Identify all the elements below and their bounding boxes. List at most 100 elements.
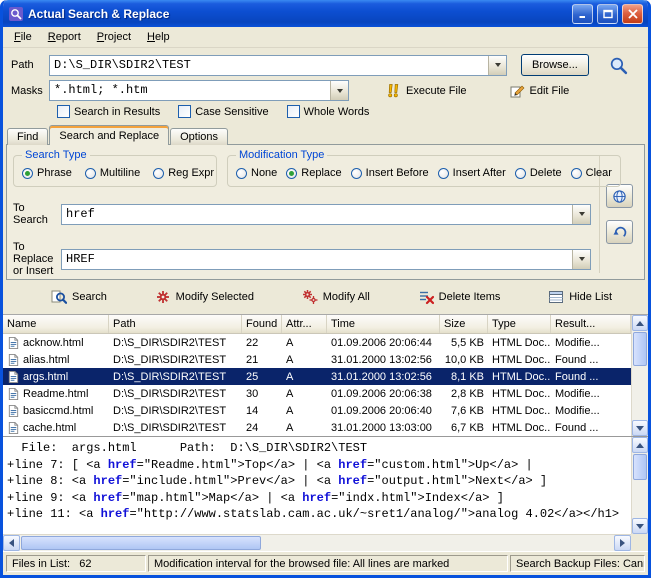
masks-combobox[interactable]: *.html; *.htm	[49, 80, 349, 101]
close-button[interactable]	[622, 4, 643, 24]
scroll-right-button[interactable]	[614, 535, 631, 551]
modify-all-icon	[302, 289, 318, 305]
charset-button[interactable]	[606, 184, 633, 208]
arrow-up-icon	[636, 321, 644, 326]
action-bar: Search Modify Selected Modify All Delete…	[3, 280, 648, 314]
column-header-name[interactable]: Name	[3, 315, 109, 333]
execute-file-button[interactable]: Execute File	[385, 83, 467, 99]
preview-pane: File: args.html Path: D:\S_DIR\SDIR2\TES…	[3, 436, 648, 551]
browse-button[interactable]: Browse...	[521, 54, 589, 76]
preview-lines: +line 7: [ <a href="Readme.html">Top</a>…	[7, 457, 627, 523]
checkbox-whole-words[interactable]: Whole Words	[287, 105, 370, 118]
column-header-path[interactable]: Path	[109, 315, 242, 333]
to-search-dropdown-button[interactable]	[572, 205, 590, 224]
tab-options[interactable]: Options	[170, 128, 228, 145]
to-replace-value: HREF	[62, 250, 572, 269]
scroll-up-button[interactable]	[632, 437, 648, 453]
search-icon	[51, 289, 67, 305]
file-list-header: Name Path Found Attr... Time Size Type R…	[3, 315, 631, 334]
edit-file-button[interactable]: Edit File	[509, 83, 570, 99]
modify-all-button[interactable]: Modify All	[302, 289, 370, 305]
radio-multiline[interactable]: Multiline	[85, 167, 140, 179]
hide-list-button[interactable]: Hide List	[548, 289, 612, 305]
file-row[interactable]: args.htmlD:\S_DIR\SDIR2\TEST25A31.01.200…	[3, 368, 631, 385]
menu-help[interactable]: Help	[139, 28, 178, 46]
column-header-attr[interactable]: Attr...	[282, 315, 327, 333]
delete-items-button[interactable]: Delete Items	[418, 289, 501, 305]
path-combobox[interactable]: D:\S_DIR\SDIR2\TEST	[49, 55, 507, 76]
to-replace-combobox[interactable]: HREF	[61, 249, 591, 270]
file-row[interactable]: acknow.htmlD:\S_DIR\SDIR2\TEST22A01.09.2…	[3, 334, 631, 351]
column-header-time[interactable]: Time	[327, 315, 440, 333]
preview-scrollbar-horizontal[interactable]	[3, 534, 631, 551]
execute-file-icon	[385, 83, 401, 99]
scrollbar-thumb[interactable]	[21, 536, 261, 550]
file-list: Name Path Found Attr... Time Size Type R…	[3, 314, 648, 436]
column-header-found[interactable]: Found	[242, 315, 282, 333]
chevron-down-icon	[495, 63, 501, 67]
delete-items-icon	[418, 289, 434, 305]
radio-delete[interactable]: Delete	[515, 167, 562, 179]
file-row[interactable]: basiccmd.htmlD:\S_DIR\SDIR2\TEST14A01.09…	[3, 402, 631, 419]
scroll-down-button[interactable]	[632, 518, 648, 534]
radio-insert-before[interactable]: Insert Before	[351, 167, 429, 179]
to-replace-label: To Replace or Insert	[13, 241, 61, 277]
arrow-down-icon	[636, 524, 644, 529]
app-window: Actual Search & Replace File Report Proj…	[0, 0, 651, 578]
maximize-button[interactable]	[597, 4, 618, 24]
radio-none[interactable]: None	[236, 167, 277, 179]
search-button[interactable]: Search	[51, 289, 107, 305]
titlebar[interactable]: Actual Search & Replace	[3, 0, 648, 27]
to-search-combobox[interactable]: href	[61, 204, 591, 225]
masks-dropdown-button[interactable]	[330, 81, 348, 100]
scrollbar-thumb[interactable]	[633, 454, 647, 480]
to-search-value: href	[62, 205, 572, 224]
minimize-button[interactable]	[572, 4, 593, 24]
path-dropdown-button[interactable]	[488, 56, 506, 75]
modification-type-title: Modification Type	[236, 149, 327, 161]
preview-search-button[interactable]	[609, 56, 628, 75]
app-icon	[8, 6, 24, 22]
preview-scrollbar-vertical[interactable]	[631, 437, 648, 534]
radio-clear[interactable]: Clear	[571, 167, 612, 179]
status-search-backup: Search Backup Files: Cannot	[510, 555, 645, 572]
chevron-down-icon	[579, 257, 585, 261]
close-icon	[628, 9, 638, 19]
menu-project[interactable]: Project	[89, 28, 139, 46]
scrollbar-thumb[interactable]	[633, 332, 647, 366]
radio-replace[interactable]: Replace	[286, 167, 341, 179]
search-and-replace-panel: Search Type Phrase Multiline Reg Expr Mo…	[6, 144, 645, 280]
file-row[interactable]: cache.htmlD:\S_DIR\SDIR2\TEST24A31.01.20…	[3, 419, 631, 436]
preview-line: +line 7: [ <a href="Readme.html">Top</a>…	[7, 457, 627, 474]
globe-icon	[612, 189, 627, 204]
scroll-down-button[interactable]	[632, 420, 648, 436]
checkbox-case-sensitive[interactable]: Case Sensitive	[178, 105, 268, 118]
radio-phrase[interactable]: Phrase	[22, 167, 72, 179]
column-header-type[interactable]: Type	[488, 315, 551, 333]
masks-label: Masks	[11, 85, 49, 97]
radio-icon	[438, 168, 449, 179]
tab-search-and-replace[interactable]: Search and Replace	[49, 125, 169, 145]
scroll-left-button[interactable]	[3, 535, 20, 551]
preview-line: +line 11: <a href="http://www.statslab.c…	[7, 506, 627, 523]
path-label: Path	[11, 59, 49, 71]
modify-selected-button[interactable]: Modify Selected	[155, 289, 254, 305]
radio-reg-expr[interactable]: Reg Expr	[153, 167, 214, 179]
hide-list-icon	[548, 289, 564, 305]
menu-file[interactable]: File	[6, 28, 40, 46]
undo-button[interactable]	[606, 220, 633, 244]
file-list-scrollbar[interactable]	[631, 315, 648, 436]
column-header-size[interactable]: Size	[440, 315, 488, 333]
checkbox-search-in-results[interactable]: Search in Results	[57, 105, 160, 118]
file-row[interactable]: Readme.htmlD:\S_DIR\SDIR2\TEST30A01.09.2…	[3, 385, 631, 402]
scroll-up-button[interactable]	[632, 315, 648, 331]
menu-report[interactable]: Report	[40, 28, 89, 46]
to-replace-dropdown-button[interactable]	[572, 250, 590, 269]
tab-find[interactable]: Find	[7, 128, 48, 145]
radio-icon	[351, 168, 362, 179]
file-row[interactable]: alias.htmlD:\S_DIR\SDIR2\TEST21A31.01.20…	[3, 351, 631, 368]
radio-insert-after[interactable]: Insert After	[438, 167, 506, 179]
toolbar: Path D:\S_DIR\SDIR2\TEST Browse... Masks…	[3, 48, 648, 124]
to-search-label: To Search	[13, 202, 61, 226]
column-header-result[interactable]: Result...	[551, 315, 631, 333]
